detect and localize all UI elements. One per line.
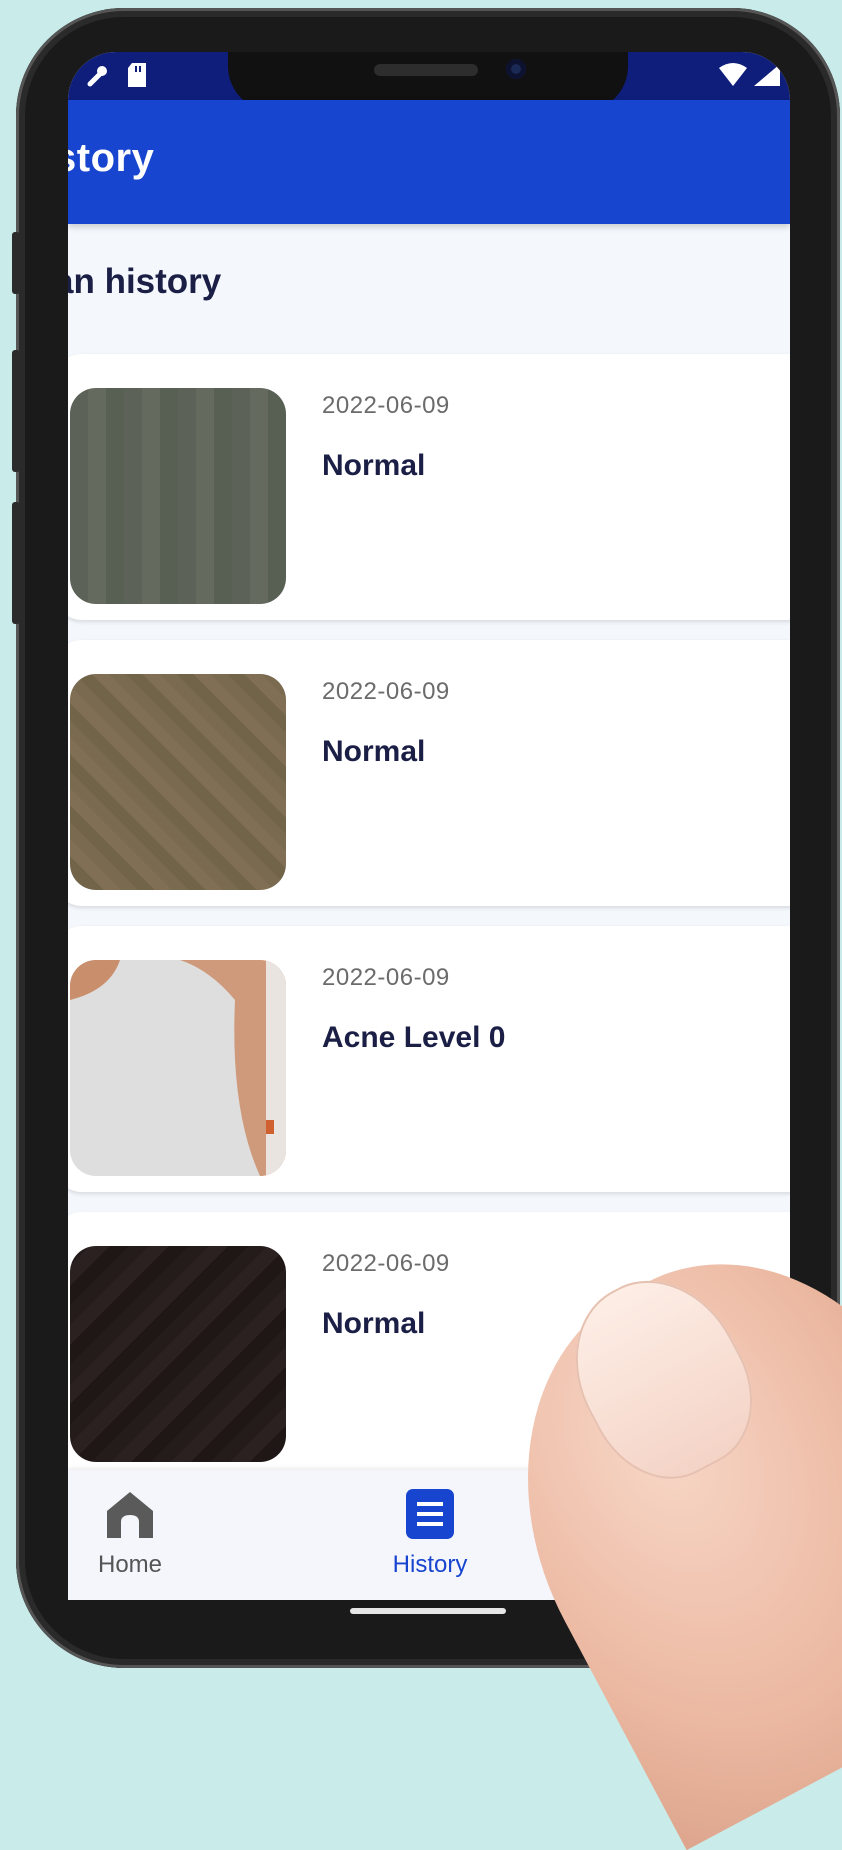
history-result: Normal <box>322 449 426 482</box>
nav-home-label: Home <box>97 1551 163 1578</box>
history-result: Acne Level 0 <box>322 1021 506 1054</box>
volume-up-button <box>12 350 20 472</box>
history-date: 2022-06-09 <box>322 964 450 991</box>
sd-card-icon <box>126 62 148 92</box>
home-icon <box>107 1492 153 1538</box>
history-card[interactable]: 2022-06-09 Normal <box>68 640 790 906</box>
history-card[interactable]: 2022-06-09 Acne Level 0 <box>68 926 790 1192</box>
nav-history-label: History <box>392 1551 468 1578</box>
list-icon <box>406 1489 454 1539</box>
history-thumbnail <box>70 674 286 890</box>
history-thumbnail <box>70 960 286 1176</box>
section-title: an history <box>68 262 222 301</box>
history-result: Normal <box>322 1307 426 1340</box>
signal-icon <box>752 62 782 92</box>
history-card[interactable]: 2022-06-09 Normal <box>68 354 790 620</box>
speaker <box>374 64 478 76</box>
history-result: Normal <box>322 735 426 768</box>
history-thumbnail <box>70 1246 286 1462</box>
wifi-icon <box>718 62 748 92</box>
home-indicator <box>350 1608 506 1614</box>
front-camera <box>506 59 526 79</box>
status-bar <box>68 52 790 112</box>
history-thumbnail <box>70 388 286 604</box>
volume-down-button <box>12 502 20 624</box>
nav-history[interactable]: History <box>370 1488 490 1579</box>
tool-icon <box>86 62 108 92</box>
history-date: 2022-06-09 <box>322 1250 450 1277</box>
history-date: 2022-06-09 <box>322 678 450 705</box>
app-bar: story <box>68 100 790 224</box>
page-title: story <box>68 136 155 180</box>
mute-switch <box>12 232 20 294</box>
nav-home[interactable]: Home <box>70 1488 190 1579</box>
history-date: 2022-06-09 <box>322 392 450 419</box>
